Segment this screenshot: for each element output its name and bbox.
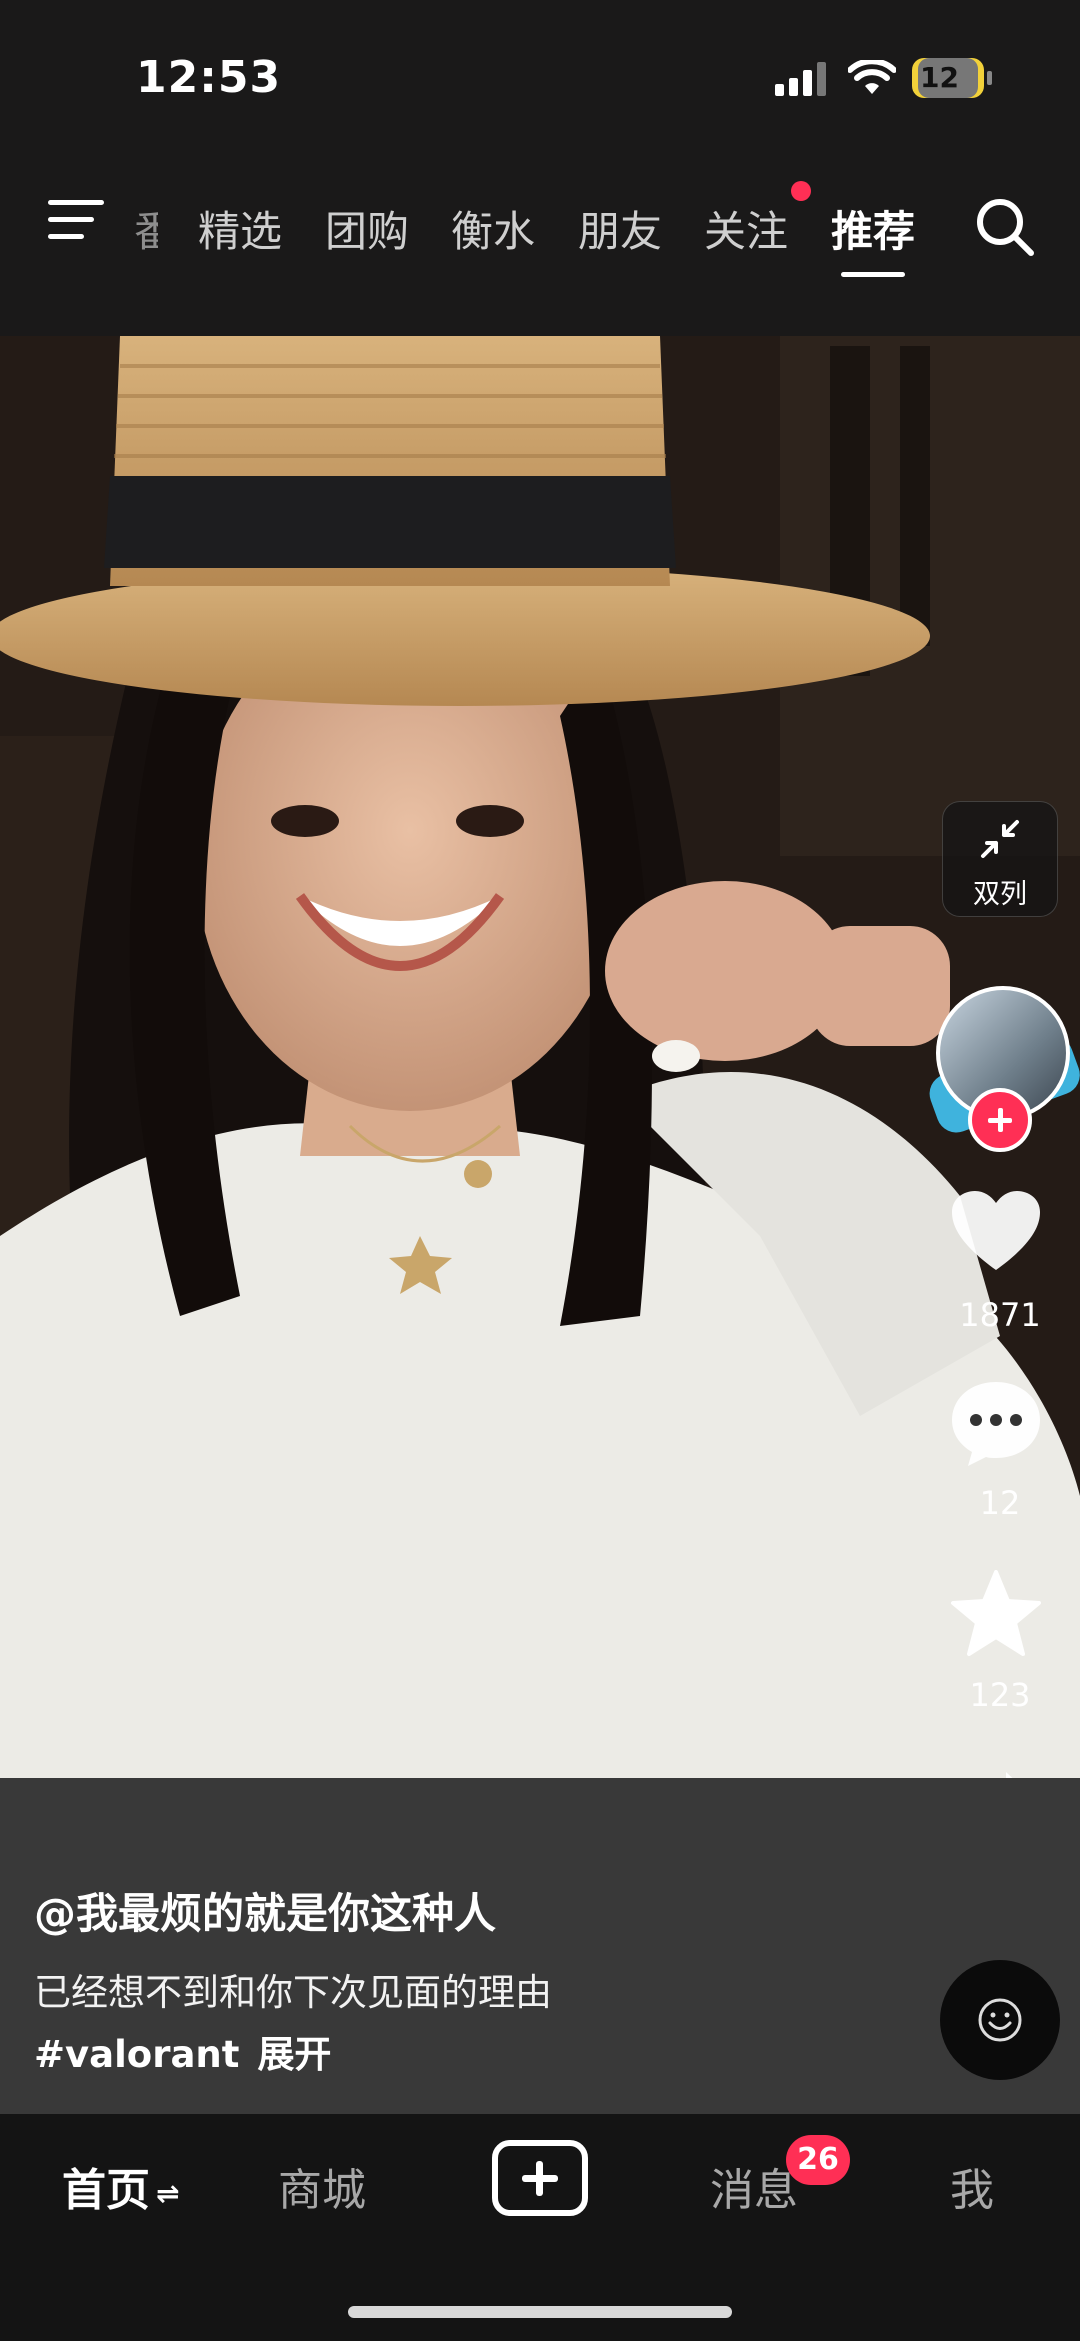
wifi-icon [848, 60, 896, 94]
follow-button[interactable] [968, 1088, 1032, 1152]
expand-link[interactable]: 展开 [257, 2033, 331, 2076]
music-disc[interactable] [940, 1960, 1060, 2080]
author-name[interactable]: @我最烦的就是你这种人 [34, 1880, 496, 1941]
following-notification-dot [791, 181, 811, 201]
like-count: 1871 [959, 1296, 1041, 1334]
battery-indicator: 12 [912, 58, 992, 98]
menu-icon[interactable] [48, 198, 104, 242]
comment-count: 12 [979, 1484, 1021, 1522]
tab-recommended[interactable]: 推荐 [831, 198, 915, 259]
tab-friends[interactable]: 朋友 [578, 198, 662, 259]
tab-partial[interactable]: 番 [134, 198, 158, 259]
tab-group-buy[interactable]: 团购 [325, 198, 409, 259]
collapse-arrows-icon [981, 820, 1019, 858]
favorite-count: 123 [969, 1676, 1031, 1714]
tab-following[interactable]: 关注 [704, 198, 788, 259]
video-frame [0, 336, 1080, 1778]
create-post-button[interactable] [492, 2140, 588, 2216]
video-player[interactable] [0, 336, 1080, 1778]
comment-icon[interactable] [950, 1380, 1042, 1468]
tab-local[interactable]: 衡水 [451, 198, 535, 259]
smile-icon [978, 1998, 1022, 2042]
status-bar: 12:53 12 [0, 0, 1080, 150]
hashtag-line: #valorant 展开 [34, 2024, 331, 2078]
messages-badge: 26 [786, 2135, 850, 2185]
cellular-signal-icon [775, 62, 826, 96]
top-nav: 番 精选 团购 衡水 朋友 关注 推荐 [0, 150, 1080, 336]
tab-featured[interactable]: 精选 [198, 198, 282, 259]
hashtag-link[interactable]: #valorant [34, 2033, 239, 2076]
battery-level: 12 [920, 61, 959, 94]
nav-home-label: 首页 [62, 2165, 150, 2216]
double-column-button[interactable]: 双列 [942, 801, 1058, 917]
like-icon[interactable] [950, 1190, 1042, 1274]
nav-messages[interactable]: 消息 [710, 2154, 798, 2218]
favorite-star-icon[interactable] [950, 1570, 1042, 1658]
refresh-icon: ⇌ [156, 2176, 180, 2210]
nav-home[interactable]: 首页 ⇌ [62, 2154, 179, 2218]
status-time: 12:53 [136, 52, 282, 103]
nav-me[interactable]: 我 [950, 2154, 994, 2218]
video-description: 已经想不到和你下次见面的理由 [34, 1971, 552, 2014]
nav-mall[interactable]: 商城 [278, 2154, 366, 2218]
double-column-label: 双列 [973, 879, 1027, 910]
search-icon[interactable] [974, 196, 1036, 258]
home-indicator[interactable] [348, 2306, 732, 2318]
active-tab-underline [841, 272, 905, 277]
